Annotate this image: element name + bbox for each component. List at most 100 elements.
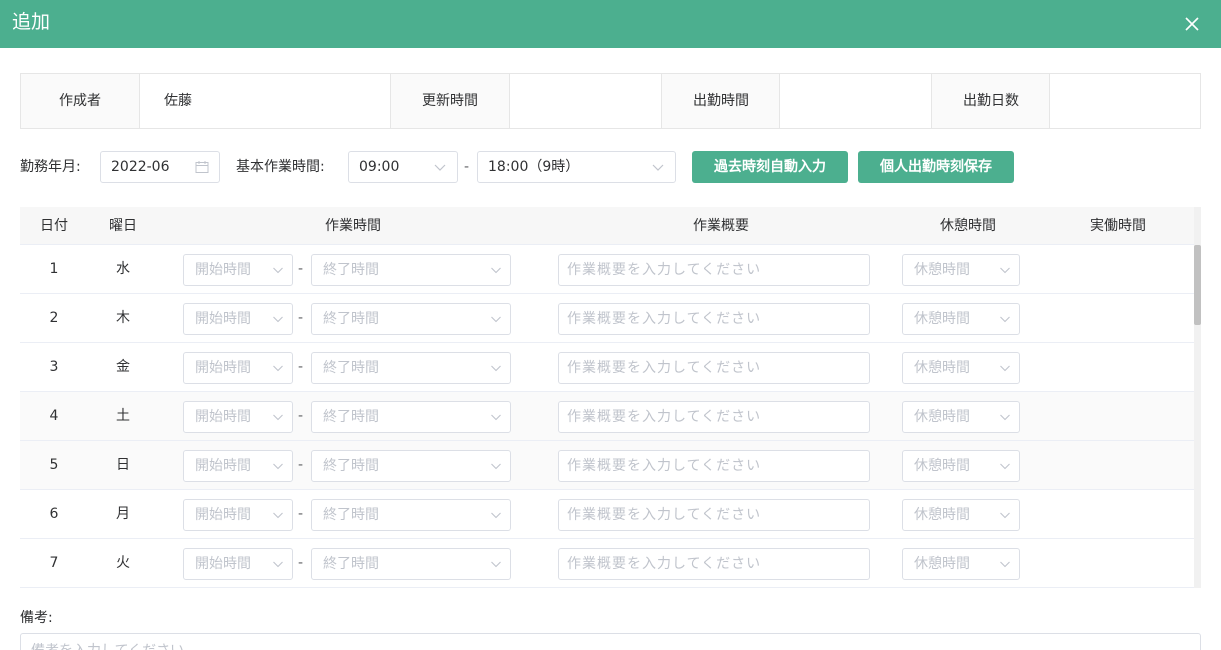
time-range-dash: - (464, 159, 470, 175)
start-time-placeholder: 開始時間 (195, 458, 251, 474)
updated-label: 更新時間 (391, 74, 509, 128)
updated-value (510, 74, 661, 128)
end-time-select[interactable]: 終了時間 (311, 303, 511, 335)
start-time-select[interactable]: 開始時間 (183, 303, 293, 335)
work-summary-input[interactable]: 作業概要を入力してください (558, 254, 870, 286)
start-time-select[interactable]: 開始時間 (183, 401, 293, 433)
work-summary-input[interactable]: 作業概要を入力してください (558, 352, 870, 384)
close-icon (1185, 17, 1199, 31)
work-summary-input[interactable]: 作業概要を入力してください (558, 450, 870, 482)
break-time-select[interactable]: 休憩時間 (902, 303, 1020, 335)
base-end-select[interactable]: 18:00（9時） (477, 151, 676, 183)
start-time-select[interactable]: 開始時間 (183, 352, 293, 384)
row-weekday: 木 (116, 310, 130, 326)
chevron-down-icon (273, 365, 283, 372)
table-row: 5 日 開始時間 - 終了時間 作業概要を入力してください 休憩時間 (20, 441, 1194, 490)
end-time-placeholder: 終了時間 (323, 458, 379, 474)
table-row: 7 火 開始時間 - 終了時間 作業概要を入力してください 休憩時間 (20, 539, 1194, 588)
chevron-down-icon (273, 512, 283, 519)
base-end-value: 18:00（9時） (488, 159, 580, 175)
chevron-down-icon (273, 561, 283, 568)
start-time-placeholder: 開始時間 (195, 360, 251, 376)
row-day: 2 (49, 310, 59, 326)
break-time-placeholder: 休憩時間 (914, 262, 970, 278)
end-time-select[interactable]: 終了時間 (311, 254, 511, 286)
info-summary: 作成者 佐藤 更新時間 出勤時間 出勤日数 (20, 73, 1201, 129)
table-scrollbar[interactable] (1194, 207, 1201, 588)
end-time-select[interactable]: 終了時間 (311, 401, 511, 433)
start-time-select[interactable]: 開始時間 (183, 254, 293, 286)
start-time-select[interactable]: 開始時間 (183, 499, 293, 531)
row-day: 4 (49, 408, 59, 424)
auto-fill-button[interactable]: 過去時刻自動入力 (692, 151, 848, 183)
end-time-placeholder: 終了時間 (323, 409, 379, 425)
table-row: 2 木 開始時間 - 終了時間 作業概要を入力してください 休憩時間 (20, 294, 1194, 343)
time-range-dash: - (298, 310, 304, 326)
header-actual-time: 実働時間 (1090, 218, 1146, 234)
save-personal-time-button[interactable]: 個人出勤時刻保存 (858, 151, 1014, 183)
end-time-placeholder: 終了時間 (323, 262, 379, 278)
break-time-placeholder: 休憩時間 (914, 311, 970, 327)
chevron-down-icon (491, 414, 501, 421)
start-time-placeholder: 開始時間 (195, 409, 251, 425)
scrollbar-thumb[interactable] (1194, 245, 1201, 325)
end-time-select[interactable]: 終了時間 (311, 352, 511, 384)
chevron-down-icon (1000, 561, 1010, 568)
start-time-placeholder: 開始時間 (195, 556, 251, 572)
chevron-down-icon (1000, 267, 1010, 274)
end-time-select[interactable]: 終了時間 (311, 499, 511, 531)
calendar-icon (195, 161, 209, 173)
header-weekday: 曜日 (109, 218, 137, 234)
chevron-down-icon (1000, 316, 1010, 323)
table-row: 6 月 開始時間 - 終了時間 作業概要を入力してください 休憩時間 (20, 490, 1194, 539)
start-time-placeholder: 開始時間 (195, 311, 251, 327)
time-range-dash: - (298, 506, 304, 522)
time-range-dash: - (298, 261, 304, 277)
break-time-placeholder: 休憩時間 (914, 409, 970, 425)
attendance-table: 日付 曜日 作業時間 作業概要 休憩時間 実働時間 1 水開始時間 - 終了時間 作業概… (20, 207, 1201, 588)
break-time-select[interactable]: 休憩時間 (902, 450, 1020, 482)
remarks-textarea[interactable]: 備考を入力してください (20, 633, 1201, 650)
start-time-select[interactable]: 開始時間 (183, 548, 293, 580)
chevron-down-icon (491, 365, 501, 372)
break-time-placeholder: 休憩時間 (914, 507, 970, 523)
dialog-title: 追加 (12, 11, 51, 33)
chevron-down-icon (491, 316, 501, 323)
start-time-placeholder: 開始時間 (195, 507, 251, 523)
time-range-dash: - (298, 408, 304, 424)
end-time-select[interactable]: 終了時間 (311, 450, 511, 482)
break-time-select[interactable]: 休憩時間 (902, 499, 1020, 531)
dialog-header: 追加 (0, 0, 1221, 48)
work-summary-input[interactable]: 作業概要を入力してください (558, 401, 870, 433)
row-day: 6 (49, 506, 59, 522)
work-summary-input[interactable]: 作業概要を入力してください (558, 303, 870, 335)
break-time-placeholder: 休憩時間 (914, 556, 970, 572)
break-time-select[interactable]: 休憩時間 (902, 401, 1020, 433)
work-month-picker[interactable]: 2022-06 (100, 151, 220, 183)
work-days-value (1050, 74, 1200, 128)
break-time-select[interactable]: 休憩時間 (902, 352, 1020, 384)
base-start-value: 09:00 (359, 159, 400, 175)
time-range-dash: - (298, 555, 304, 571)
work-summary-input[interactable]: 作業概要を入力してください (558, 499, 870, 531)
close-button[interactable] (1180, 12, 1204, 36)
table-row: 3 金 開始時間 - 終了時間 作業概要を入力してください 休憩時間 (20, 343, 1194, 392)
chevron-down-icon (1000, 365, 1010, 372)
chevron-down-icon (273, 463, 283, 470)
table-header: 日付 曜日 作業時間 作業概要 休憩時間 実働時間 (20, 207, 1194, 245)
chevron-down-icon (1000, 463, 1010, 470)
row-weekday: 金 (116, 359, 130, 375)
header-summary: 作業概要 (693, 218, 749, 234)
work-summary-input[interactable]: 作業概要を入力してください (558, 548, 870, 580)
chevron-down-icon (491, 512, 501, 519)
chevron-down-icon (1000, 512, 1010, 519)
base-start-select[interactable]: 09:00 (348, 151, 458, 183)
work-hours-label: 出勤時間 (662, 74, 780, 128)
chevron-down-icon (1000, 414, 1010, 421)
break-time-select[interactable]: 休憩時間 (902, 548, 1020, 580)
start-time-placeholder: 開始時間 (195, 262, 251, 278)
time-range-dash: - (298, 359, 304, 375)
break-time-select[interactable]: 休憩時間 (902, 254, 1020, 286)
end-time-select[interactable]: 終了時間 (311, 548, 511, 580)
start-time-select[interactable]: 開始時間 (183, 450, 293, 482)
